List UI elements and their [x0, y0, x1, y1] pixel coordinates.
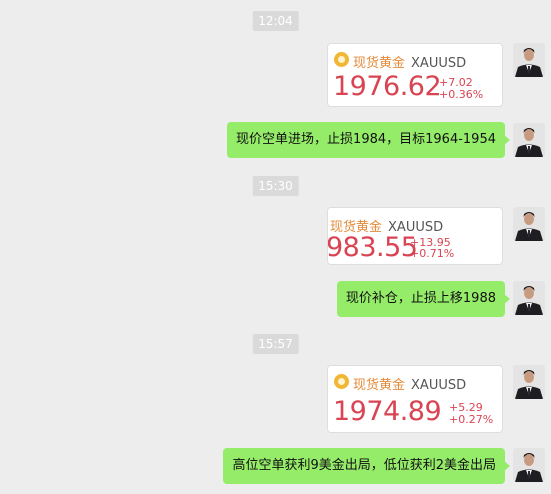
- price-change-percent: +0.36%: [439, 88, 484, 101]
- message-bubble[interactable]: 现价补仓，止损上移1988: [336, 281, 511, 317]
- avatar[interactable]: [513, 365, 545, 399]
- gold-coin-icon: [334, 52, 349, 67]
- asset-name: 现货黄金: [353, 56, 406, 71]
- avatar[interactable]: [513, 207, 545, 241]
- timestamp: 12:04: [252, 11, 299, 31]
- stock-card[interactable]: 现货黄金 XAUUSD 1974.89 +5.29 +0.27%: [327, 365, 503, 433]
- price-change-percent: +0.71%: [410, 247, 455, 260]
- asset-name: 现货黄金: [353, 378, 406, 393]
- price: 1974.89: [333, 396, 442, 427]
- card-title: 现货黄金 XAUUSD: [353, 52, 466, 71]
- gold-coin-icon: [334, 374, 349, 389]
- stock-card[interactable]: 现货黄金 XAUUSD 1976.62 +7.02 +0.36%: [327, 43, 503, 107]
- timestamp: 15:30: [252, 176, 299, 196]
- message-bubble[interactable]: 高位空单获利9美金出局，低位获利2美金出局: [223, 448, 510, 484]
- stock-card[interactable]: 现货黄金 XAUUSD 983.55 +13.95 +0.71%: [327, 207, 503, 265]
- avatar[interactable]: [513, 123, 545, 157]
- price-change-percent: +0.27%: [449, 413, 494, 426]
- avatar[interactable]: [513, 281, 545, 315]
- message-bubble[interactable]: 现价空单进场，止损1984，目标1964-1954: [227, 122, 510, 158]
- avatar[interactable]: [513, 43, 545, 77]
- card-title: 现货黄金 XAUUSD: [353, 374, 466, 393]
- timestamp: 15:57: [252, 334, 299, 354]
- price: 1976.62: [333, 71, 442, 102]
- price: 983.55: [327, 232, 418, 263]
- avatar[interactable]: [513, 448, 545, 482]
- asset-symbol: XAUUSD: [411, 56, 467, 71]
- asset-symbol: XAUUSD: [411, 378, 467, 393]
